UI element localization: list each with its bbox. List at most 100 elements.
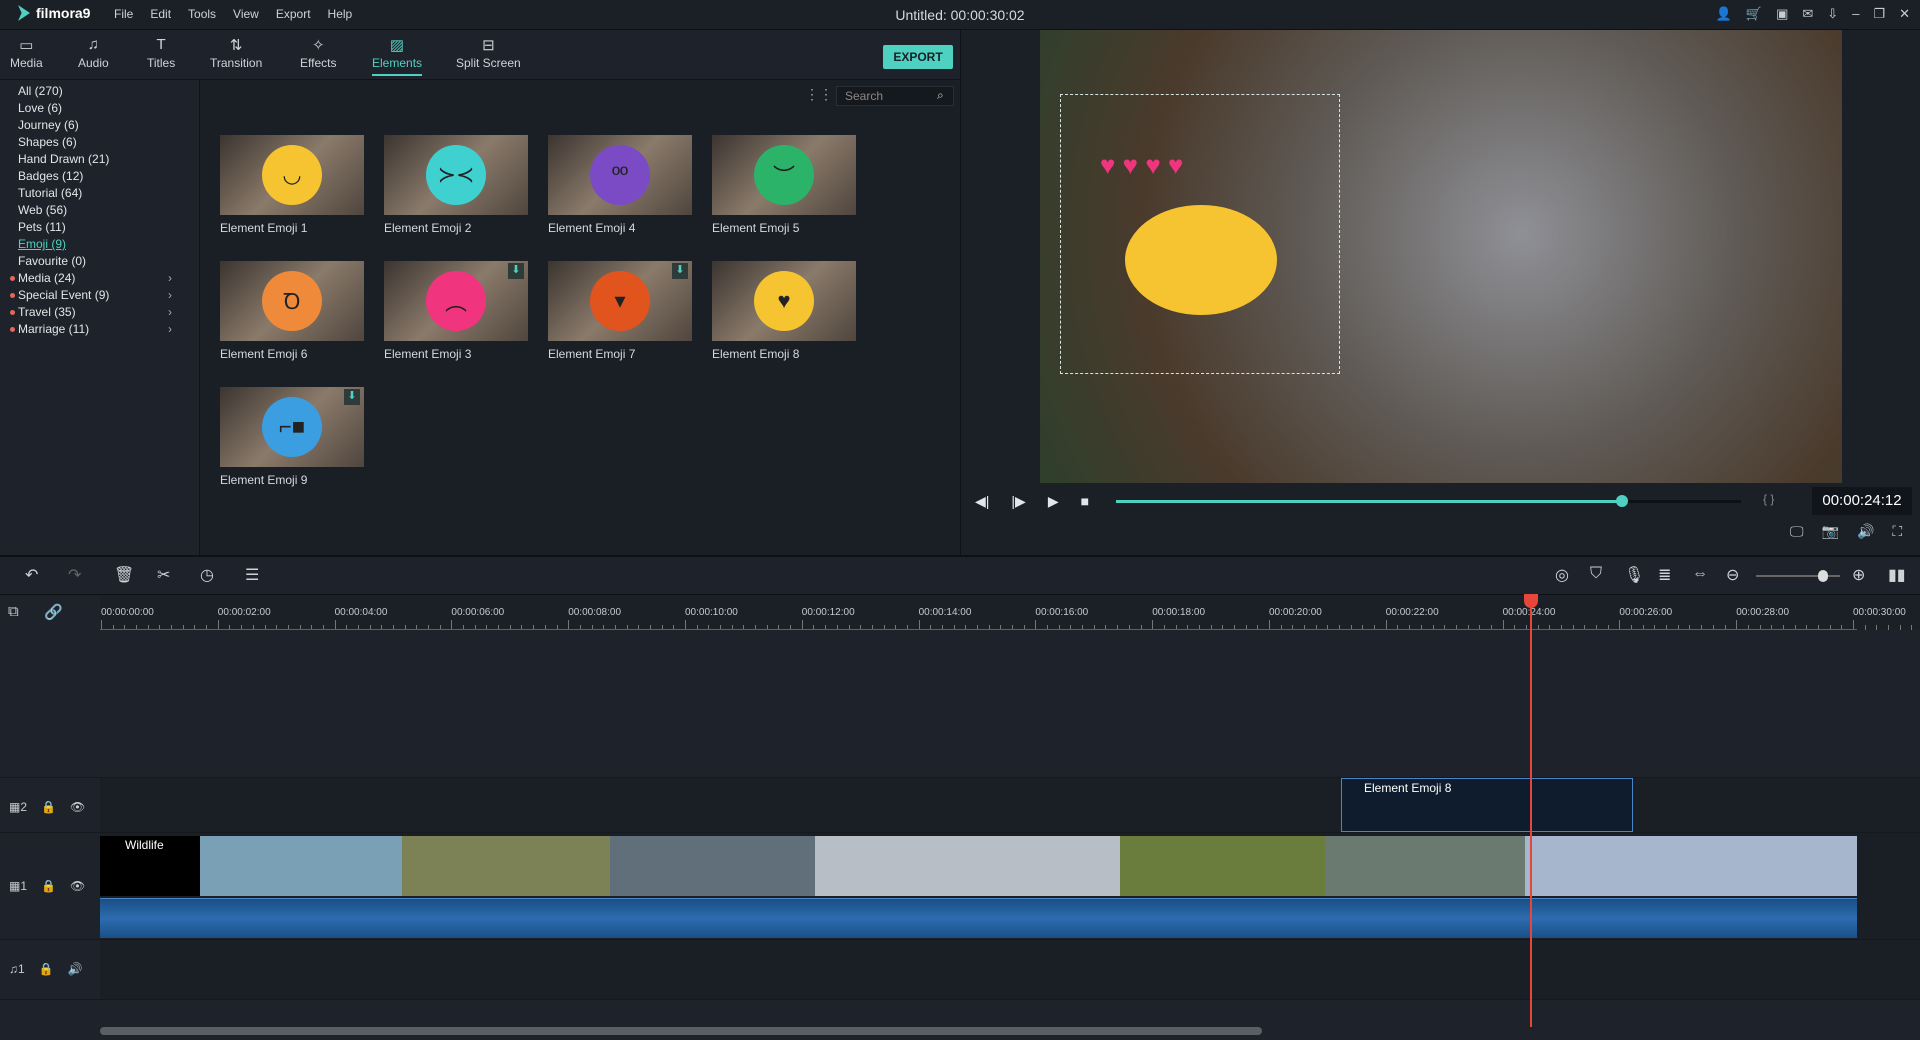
delete-icon[interactable]: 🗑 xyxy=(114,565,134,585)
prev-frame-icon[interactable]: ◀| xyxy=(975,493,989,510)
speed-icon[interactable]: ◷ xyxy=(200,565,214,585)
save-icon[interactable]: ▣ xyxy=(1776,6,1788,22)
category-item[interactable]: Love (6) xyxy=(18,101,62,115)
minimize-icon[interactable]: – xyxy=(1852,6,1859,22)
window-controls: 👤 🛒 ▣ ✉ ⇩ – ❐ ✕ xyxy=(1716,6,1910,22)
redo-icon[interactable]: ↷ xyxy=(68,565,81,585)
emoji-icon: ◡ xyxy=(262,145,322,205)
tab-audio[interactable]: ♫ Audio xyxy=(78,36,109,70)
category-item[interactable]: Shapes (6) xyxy=(18,135,77,149)
timeline-ruler[interactable]: 00:00:00:00 00:00:02:00 00:00:04:00 00:00:0… xyxy=(100,595,1920,630)
add-track-icon[interactable]: ⧉ xyxy=(8,603,19,620)
eye-icon[interactable]: 👁 xyxy=(70,800,85,814)
video-clip[interactable] xyxy=(100,836,1857,896)
element-thumbnail[interactable]: ◡ xyxy=(220,135,364,215)
render-icon[interactable]: ◎ xyxy=(1555,565,1569,585)
cut-icon[interactable]: ✂ xyxy=(157,565,170,585)
fullscreen-icon[interactable]: ⛶ xyxy=(1892,523,1902,540)
audio-waveform-clip[interactable] xyxy=(100,898,1857,938)
zoom-out-icon[interactable]: ⊖ xyxy=(1726,565,1739,585)
category-item[interactable]: Badges (12) xyxy=(18,169,83,183)
restore-icon[interactable]: ❐ xyxy=(1873,6,1885,22)
cart-icon[interactable]: 🛒 xyxy=(1746,6,1762,22)
zoom-slider-knob[interactable] xyxy=(1818,570,1829,582)
category-list: All (270) Love (6) Journey (6) Shapes (6) Ha… xyxy=(0,80,200,555)
tab-titles[interactable]: T Titles xyxy=(147,36,175,70)
tab-effects[interactable]: ✧ Effects xyxy=(300,36,336,70)
chevron-right-icon[interactable]: › xyxy=(168,305,172,319)
mark-in-out-icon[interactable]: { } xyxy=(1763,492,1774,506)
chevron-right-icon[interactable]: › xyxy=(168,288,172,302)
element-thumbnail[interactable]: Ꝺ xyxy=(220,261,364,341)
element-label: Element Emoji 3 xyxy=(384,347,472,361)
category-item[interactable]: Pets (11) xyxy=(18,220,66,234)
mail-icon[interactable]: ✉ xyxy=(1802,6,1813,22)
category-item[interactable]: Travel (35) xyxy=(10,305,76,319)
category-item[interactable]: Marriage (11) xyxy=(10,322,89,336)
audio-mixer-icon[interactable]: ≣ xyxy=(1658,565,1671,585)
render-preview-icon[interactable]: 🖵 xyxy=(1790,523,1804,540)
element-thumbnail[interactable]: ♥ xyxy=(712,261,856,341)
chevron-right-icon[interactable]: › xyxy=(168,322,172,336)
download-icon[interactable]: ⇩ xyxy=(1827,6,1838,22)
element-thumbnail[interactable]: ︵ ⬇ xyxy=(384,261,528,341)
element-label: Element Emoji 5 xyxy=(712,221,800,235)
tab-transition[interactable]: ⇅ Transition xyxy=(210,36,262,70)
link-icon[interactable]: 🔗 xyxy=(44,603,63,621)
lock-icon[interactable]: 🔒 xyxy=(39,962,54,976)
element-thumbnail[interactable]: ︶ xyxy=(712,135,856,215)
clip-label: Element Emoji 8 xyxy=(1364,781,1452,795)
category-item[interactable]: Hand Drawn (21) xyxy=(18,152,109,166)
next-frame-icon[interactable]: |▶ xyxy=(1011,493,1025,510)
adjust-icon[interactable]: ☰ xyxy=(245,565,259,585)
close-icon[interactable]: ✕ xyxy=(1899,6,1910,22)
tab-elements[interactable]: ▨ Elements xyxy=(372,36,423,76)
playhead-line[interactable] xyxy=(1530,595,1532,1027)
category-item[interactable]: Emoji (9) xyxy=(18,237,66,251)
download-icon[interactable]: ⬇ xyxy=(344,389,360,405)
account-icon[interactable]: 👤 xyxy=(1716,6,1732,22)
category-item[interactable]: Media (24) xyxy=(10,271,75,285)
category-item[interactable]: Tutorial (64) xyxy=(18,186,82,200)
category-item[interactable]: All (270) xyxy=(18,84,63,98)
timeline-scrollbar[interactable] xyxy=(100,1027,1262,1035)
volume-icon[interactable]: 🔊 xyxy=(1857,523,1874,540)
microphone-icon[interactable]: 🎙 xyxy=(1624,565,1644,585)
lock-icon[interactable]: 🔒 xyxy=(41,800,56,814)
zoom-in-icon[interactable]: ⊕ xyxy=(1852,565,1865,585)
element-clip[interactable]: Element Emoji 8 xyxy=(1341,778,1633,832)
category-item[interactable]: Special Event (9) xyxy=(10,288,109,302)
snapshot-icon[interactable]: 📷 xyxy=(1822,523,1839,540)
category-label: Badges (12) xyxy=(18,169,84,183)
chevron-right-icon[interactable]: › xyxy=(168,271,172,285)
layout-toggle-icon[interactable]: ▮▮ xyxy=(1888,565,1906,585)
download-icon[interactable]: ⬇ xyxy=(672,263,688,279)
export-button[interactable]: EXPORT xyxy=(883,45,953,69)
speaker-icon[interactable]: 🔊 xyxy=(68,962,83,976)
undo-icon[interactable]: ↶ xyxy=(25,565,38,585)
category-label: Hand Drawn (21) xyxy=(18,152,110,166)
category-item[interactable]: Journey (6) xyxy=(18,118,79,132)
play-icon[interactable]: ▶ xyxy=(1048,493,1059,510)
new-dot-icon xyxy=(10,293,15,298)
tab-split-screen[interactable]: ⊟ Split Screen xyxy=(456,36,521,70)
lock-icon[interactable]: 🔒 xyxy=(41,879,56,893)
stop-icon[interactable]: ■ xyxy=(1081,493,1089,510)
element-thumbnail[interactable]: ⌐■ ⬇ xyxy=(220,387,364,467)
element-thumbnail[interactable]: ºº xyxy=(548,135,692,215)
element-thumbnail[interactable]: ▾ ⬇ xyxy=(548,261,692,341)
transition-icon: ⇅ xyxy=(229,37,243,54)
emoji-8-overlay[interactable] xyxy=(1125,205,1277,315)
category-item[interactable]: Web (56) xyxy=(18,203,67,217)
marker-icon[interactable]: ⛉ xyxy=(1590,565,1602,583)
download-icon[interactable]: ⬇ xyxy=(508,263,524,279)
search-icon[interactable]: ⌕ xyxy=(937,88,944,103)
tab-media[interactable]: ▭ Media xyxy=(10,36,43,70)
video-track-2 xyxy=(100,778,1920,833)
element-thumbnail[interactable]: ≻≺ xyxy=(384,135,528,215)
category-label: Travel (35) xyxy=(18,305,76,319)
ruler-tick-label: 00:00:06:00 xyxy=(451,607,505,618)
eye-icon[interactable]: 👁 xyxy=(70,879,85,893)
fit-timeline-icon[interactable]: ⇔ xyxy=(1692,565,1708,583)
category-item[interactable]: Favourite (0) xyxy=(18,254,86,268)
